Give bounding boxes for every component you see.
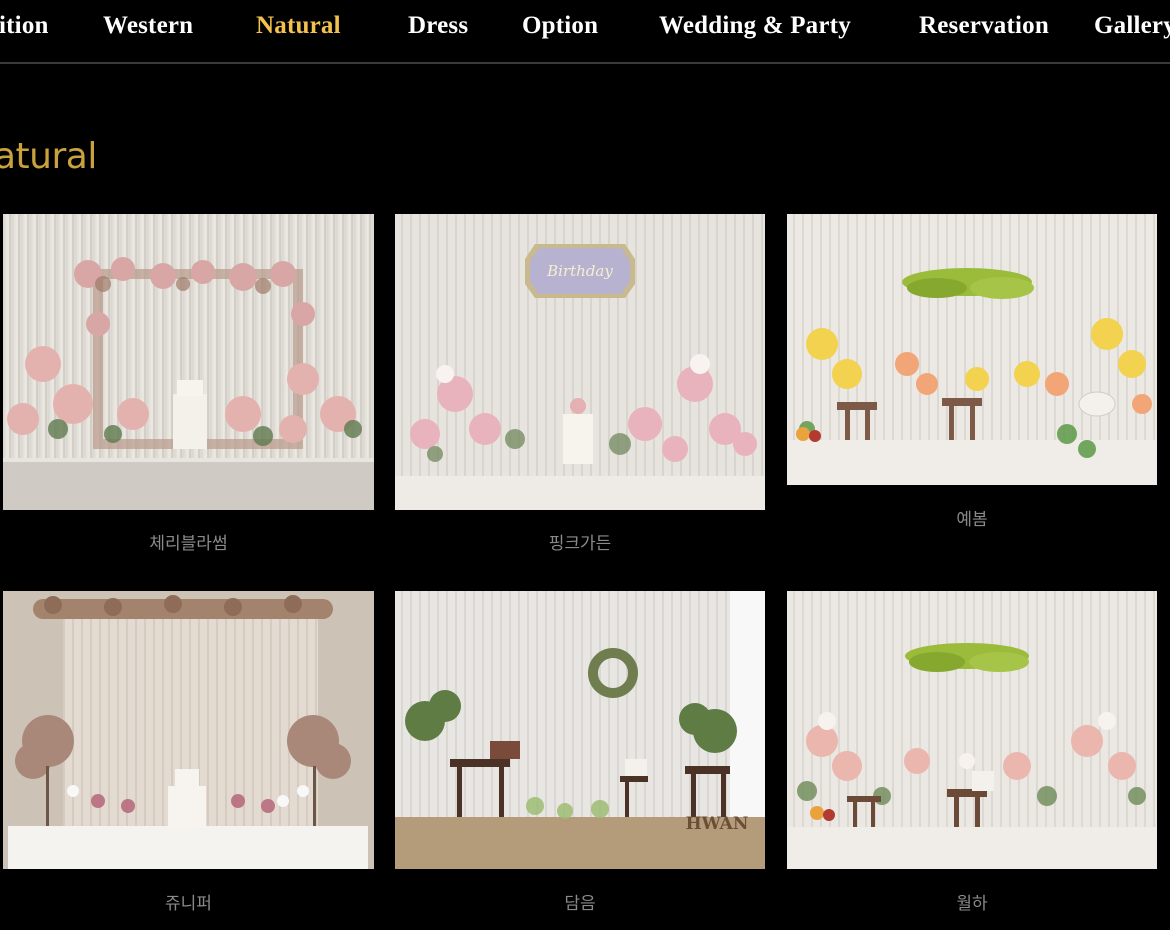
gallery-photo[interactable] [787, 214, 1157, 485]
gallery-item[interactable]: HWAN 담음 [395, 591, 765, 921]
gallery-item[interactable]: 쥬니퍼 [3, 591, 374, 921]
nav-item-reservation[interactable]: Reservation [919, 12, 1049, 40]
watermark-text: HWAN [686, 814, 749, 834]
gallery-photo[interactable] [3, 214, 374, 510]
nav-item-natural[interactable]: Natural [256, 12, 341, 40]
birthday-sign-text: Birthday [546, 262, 613, 280]
gallery-item-name[interactable]: 월하 [787, 889, 1157, 914]
gallery-photo[interactable] [3, 591, 374, 869]
gallery-item-name[interactable]: 체리블라썸 [3, 529, 374, 554]
page-title: atural [0, 136, 97, 177]
gallery-item-name[interactable]: 예봄 [787, 505, 1157, 530]
gallery-item-name[interactable]: 핑크가든 [395, 529, 765, 554]
nav-item-gallery[interactable]: Gallery [1094, 12, 1170, 40]
gallery-item[interactable]: 예봄 [787, 214, 1157, 560]
top-nav: ition Western Natural Dress Option Weddi… [0, 0, 1170, 64]
gallery-item-name[interactable]: 담음 [395, 889, 765, 914]
gallery-item[interactable]: 체리블라썸 [3, 214, 374, 560]
gallery-photo[interactable] [787, 591, 1157, 869]
gallery-item[interactable]: Birthday 핑크가든 [395, 214, 765, 560]
nav-item-wedding-party[interactable]: Wedding & Party [659, 12, 851, 40]
gallery-item[interactable]: 월하 [787, 591, 1157, 921]
nav-item-option[interactable]: Option [522, 12, 598, 40]
gallery-photo[interactable]: HWAN [395, 591, 765, 869]
nav-item-dress[interactable]: Dress [408, 12, 468, 40]
gallery-photo[interactable]: Birthday [395, 214, 765, 510]
nav-item-western[interactable]: Western [103, 12, 193, 40]
gallery-item-name[interactable]: 쥬니퍼 [3, 889, 374, 914]
nav-item-exhibition[interactable]: ition [0, 12, 49, 40]
